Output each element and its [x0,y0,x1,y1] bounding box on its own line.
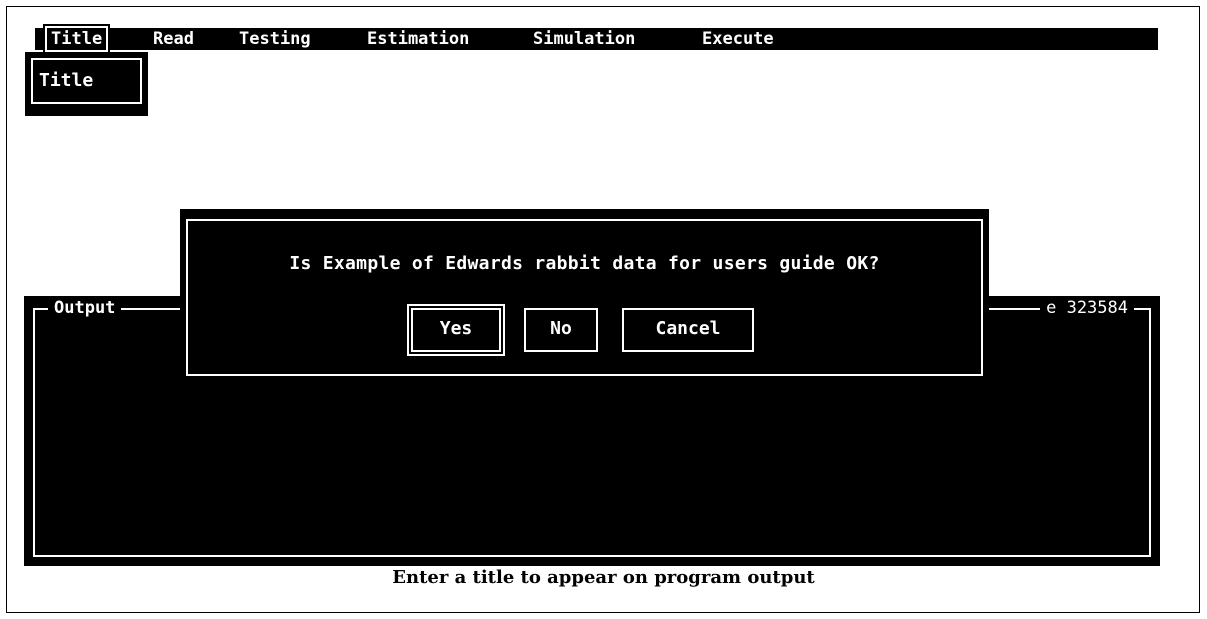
yes-button[interactable]: Yes [409,306,503,354]
menu-item-execute[interactable]: Execute [702,28,774,50]
menu-item-read[interactable]: Read [153,28,194,50]
submenu-item-title[interactable]: Title [31,58,142,104]
menu-item-label: Simulation [533,29,636,49]
title-submenu: Title [25,52,148,116]
menu-item-testing[interactable]: Testing [239,28,311,50]
menu-item-label: Execute [702,29,774,49]
dialog-frame [186,219,983,376]
dialog-message: Is Example of Edwards rabbit data for us… [289,253,880,274]
menu-item-title[interactable]: Title [42,24,111,54]
output-label: Output [48,296,122,320]
menu-item-label: Testing [239,29,311,49]
menu-item-simulation[interactable]: Simulation [533,28,635,50]
yes-button-label: Yes [439,318,473,339]
menu-item-label: Read [153,29,194,49]
cancel-button[interactable]: Cancel [622,308,754,352]
menu-bar: Title Read Testing Estimation Simulation… [35,24,1158,54]
menu-item-label: Title [51,29,103,49]
submenu-item-label: Title [39,70,94,91]
menu-item-label: Estimation [367,29,470,49]
output-info: e 323584 [1040,296,1134,320]
cancel-button-label: Cancel [655,318,721,339]
no-button-label: No [550,318,572,339]
no-button[interactable]: No [524,308,598,352]
confirm-dialog: Is Example of Edwards rabbit data for us… [180,209,989,380]
status-line: Enter a title to appear on program outpu… [392,567,815,588]
menu-item-estimation[interactable]: Estimation [367,28,469,50]
